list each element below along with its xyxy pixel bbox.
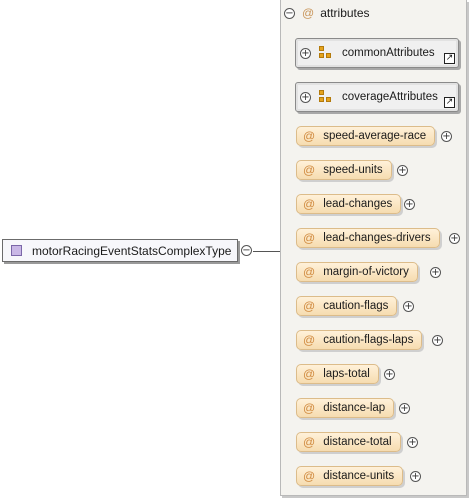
go-to-definition-icon[interactable]: ↗ [444,53,455,64]
attribute-node[interactable]: @ distance-lap [296,398,395,418]
complex-type-icon [11,245,22,256]
go-to-definition-icon[interactable]: ↗ [444,97,455,108]
attribute-label: lead-changes [323,198,393,210]
attribute-label: speed-units [323,164,383,176]
attribute-group-label: commonAttributes [342,47,435,59]
expand-toggle[interactable]: + [449,233,460,244]
attribute-icon: @ [303,469,316,483]
attribute-label: distance-total [323,436,392,448]
collapse-toggle-attributes[interactable]: − [284,7,295,19]
attributes-group-box [280,0,467,496]
attribute-node[interactable]: @ lead-changes-drivers [296,228,440,248]
expand-toggle[interactable]: + [399,403,410,414]
attribute-node[interactable]: @ laps-total [296,364,379,384]
expand-toggle[interactable]: + [430,267,441,278]
attribute-label: distance-units [323,470,395,482]
expand-toggle[interactable]: + [432,335,443,346]
attribute-group-icon [319,90,333,104]
attribute-label: margin-of-victory [323,266,409,278]
attribute-label: caution-flags [323,300,389,312]
attribute-node[interactable]: @ distance-units [296,466,404,486]
attribute-group-ref[interactable]: + commonAttributes ↗ [295,38,459,68]
attribute-icon: @ [303,163,316,177]
attribute-icon: @ [303,265,316,279]
attribute-node[interactable]: @ speed-units [296,160,392,180]
attribute-icon: @ [303,299,316,313]
attribute-label: speed-average-race [323,130,427,142]
attribute-icon: @ [303,129,316,143]
attribute-node[interactable]: @ speed-average-race [296,126,436,146]
attribute-group-ref[interactable]: + coverageAttributes ↗ [295,82,459,112]
expand-toggle[interactable]: + [403,301,414,312]
attributes-group-header[interactable]: − @ attributes [284,6,370,20]
attribute-icon: @ [303,333,316,347]
expand-toggle[interactable]: + [441,131,452,142]
attribute-icon: @ [303,367,316,381]
attribute-icon: @ [303,401,316,415]
attribute-label: caution-flags-laps [323,334,414,346]
attribute-icon: @ [303,435,316,449]
attribute-icon: @ [303,231,316,245]
expand-toggle[interactable]: + [407,437,418,448]
complex-type-label: motorRacingEventStatsComplexType [32,243,232,258]
expand-toggle[interactable]: + [300,91,311,103]
expand-toggle[interactable]: + [300,47,311,59]
attributes-group-label: attributes [320,6,370,20]
connector-line [253,251,280,252]
attribute-node[interactable]: @ caution-flags [296,296,398,316]
attribute-label: laps-total [323,368,370,380]
expand-toggle[interactable]: + [397,165,408,176]
collapse-toggle-root[interactable]: − [241,245,252,256]
attribute-node[interactable]: @ lead-changes [296,194,402,214]
complex-type-node[interactable]: motorRacingEventStatsComplexType [2,239,238,262]
attribute-group-icon [319,46,333,60]
attribute-label: distance-lap [323,402,386,414]
attribute-icon: @ [303,197,316,211]
attribute-label: lead-changes-drivers [323,232,431,244]
attribute-node[interactable]: @ margin-of-victory [296,262,418,282]
attribute-node[interactable]: @ caution-flags-laps [296,330,423,350]
attribute-group-label: coverageAttributes [342,91,438,103]
expand-toggle[interactable]: + [384,369,395,380]
attribute-icon: @ [302,6,315,20]
attribute-node[interactable]: @ distance-total [296,432,401,452]
expand-toggle[interactable]: + [404,199,415,210]
expand-toggle[interactable]: + [410,471,421,482]
